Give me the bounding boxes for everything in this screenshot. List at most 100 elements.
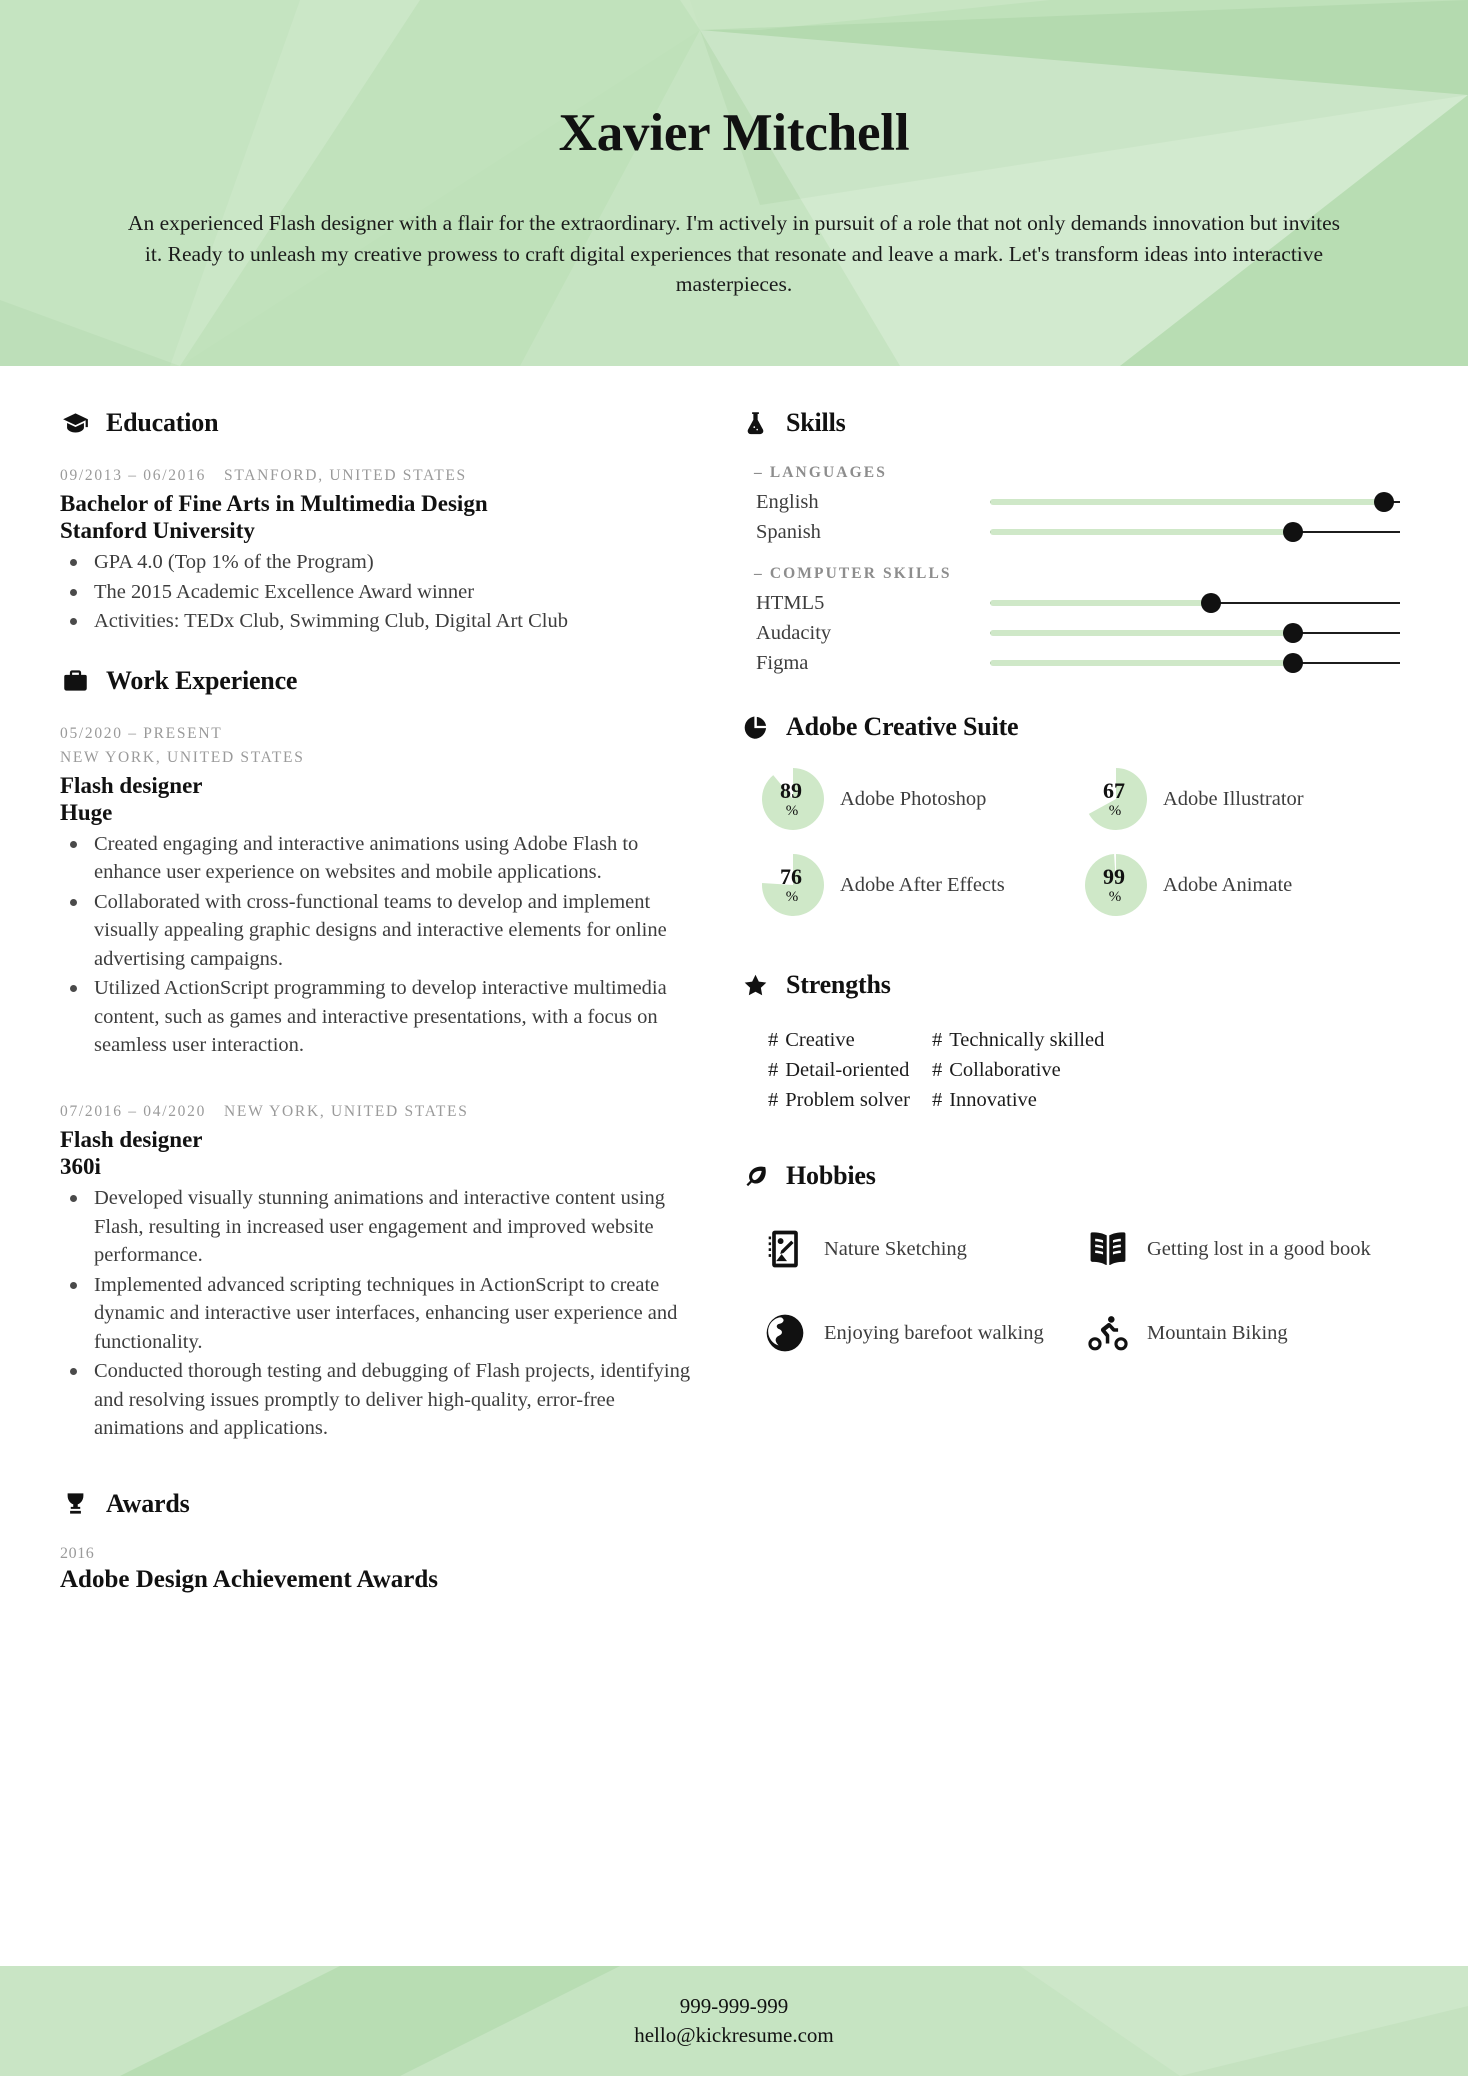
strength-label: Detail-oriented <box>785 1059 910 1082</box>
strength-tag: # Collaborative <box>932 1056 1104 1085</box>
adobe-title: Adobe Creative Suite <box>786 712 1019 741</box>
open-book-icon <box>1085 1226 1131 1272</box>
adobe-item-label: Adobe Animate <box>1163 873 1293 896</box>
education-school: Stanford University <box>60 518 255 544</box>
hobbies-header: Hobbies <box>740 1161 1408 1191</box>
list-item: Created engaging and interactive animati… <box>60 830 700 887</box>
star-icon <box>740 970 770 1000</box>
hobby-item: Enjoying barefoot walking <box>762 1301 1085 1365</box>
list-item: Collaborated with cross-functional teams… <box>60 888 700 973</box>
education-entry: 09/2013 – 06/2016 STANFORD, UNITED STATES… <box>60 464 700 636</box>
work-meta: 05/2020 – PRESENT NEW YORK, UNITED STATE… <box>60 722 700 770</box>
skill-row: Spanish <box>740 517 1408 547</box>
briefcase-icon <box>60 666 90 696</box>
slider-knob[interactable] <box>1283 653 1304 673</box>
contact-phone[interactable]: 999-999-999 <box>680 1993 789 2020</box>
pie-unit: % <box>1108 802 1122 819</box>
skill-row: English <box>740 487 1408 517</box>
hobby-label: Nature Sketching <box>824 1238 967 1261</box>
skill-slider[interactable] <box>990 623 1400 643</box>
strengths-title: Strengths <box>786 970 891 999</box>
work-bullets: Developed visually stunning animations a… <box>60 1184 700 1442</box>
slider-fill <box>990 499 1384 505</box>
education-dates: 09/2013 – 06/2016 <box>60 467 207 484</box>
list-item: Activities: TEDx Club, Swimming Club, Di… <box>60 607 700 635</box>
list-item: Conducted thorough testing and debugging… <box>60 1357 700 1442</box>
skill-group-label: – LANGUAGES <box>754 464 887 481</box>
skill-slider[interactable] <box>990 522 1400 542</box>
work-location: NEW YORK, UNITED STATES <box>224 1102 469 1120</box>
education-meta: 09/2013 – 06/2016 STANFORD, UNITED STATES <box>60 464 700 488</box>
hash-symbol: # <box>931 1089 943 1112</box>
section-education: Education 09/2013 – 06/2016 STANFORD, UNI… <box>60 408 700 636</box>
education-bullets: GPA 4.0 (Top 1% of the Program) The 2015… <box>60 548 700 635</box>
adobe-item-label: Adobe After Effects <box>840 873 1005 896</box>
pie-chart: 89 % <box>762 768 824 830</box>
award-entry: 2016 Adobe Design Achievement Awards <box>60 1545 700 1594</box>
strength-label: Creative <box>785 1029 855 1051</box>
pie-value-stack: 89 % <box>762 768 824 830</box>
slider-knob[interactable] <box>1283 623 1304 643</box>
skill-slider[interactable] <box>990 653 1400 673</box>
list-item: Implemented advanced scripting technique… <box>60 1271 700 1356</box>
strengths-grid: # Creative # Technically skilled # Detail-o… <box>740 1026 1408 1115</box>
list-item: GPA 4.0 (Top 1% of the Program) <box>60 548 700 576</box>
work-dates: 05/2020 – PRESENT <box>60 724 223 742</box>
adobe-item: 67 % Adobe Illustrator <box>1085 768 1408 830</box>
section-awards: Awards 2016 Adobe Design Achievement Awa… <box>60 1489 700 1594</box>
slider-knob[interactable] <box>1201 593 1222 613</box>
skill-slider[interactable] <box>990 593 1400 613</box>
graduation-cap-icon <box>60 408 90 438</box>
education-degree: Bachelor of Fine Arts in Multimedia Desi… <box>60 491 488 517</box>
adobe-header: Adobe Creative Suite <box>740 712 1408 742</box>
leaf-icon <box>740 1161 770 1191</box>
award-year: 2016 <box>60 1544 95 1562</box>
section-adobe-creative-suite: Adobe Creative Suite 89 % Adobe Photosho… <box>740 712 1408 940</box>
left-column: Education 09/2013 – 06/2016 STANFORD, UNI… <box>0 366 700 1624</box>
adobe-pie-grid: 89 % Adobe Photoshop 67 % Adobe Illustra… <box>740 768 1408 940</box>
hobby-label: Mountain Biking <box>1147 1322 1288 1345</box>
slider-fill <box>990 630 1294 636</box>
cyclist-icon <box>1085 1310 1131 1356</box>
slider-knob[interactable] <box>1283 522 1304 542</box>
skill-group-languages: – LANGUAGES English Spanish <box>740 464 1408 547</box>
hobby-item: Getting lost in a good book <box>1085 1217 1408 1281</box>
hobbies-title: Hobbies <box>786 1161 876 1191</box>
work-entry: 07/2016 – 04/2020 NEW YORK, UNITED STATES… <box>60 1100 700 1443</box>
work-dates: 07/2016 – 04/2020 <box>60 1102 207 1120</box>
pie-value: 99 <box>1103 863 1125 889</box>
contact-email[interactable]: hello@kickresume.com <box>634 2022 834 2049</box>
work-location: NEW YORK, UNITED STATES <box>60 748 305 766</box>
hobby-label: Getting lost in a good book <box>1147 1238 1371 1261</box>
pie-unit: % <box>1108 888 1122 905</box>
list-item: Utilized ActionScript programming to dev… <box>60 974 700 1059</box>
skill-row: Figma <box>740 648 1408 678</box>
strength-label: Problem solver <box>785 1089 910 1112</box>
sketchbook-icon <box>762 1226 808 1272</box>
pie-unit: % <box>785 802 799 819</box>
pie-value-stack: 76 % <box>762 854 824 916</box>
skill-name: HTML5 <box>756 591 825 614</box>
work-position: Flash designer <box>60 1126 203 1152</box>
strengths-header: Strengths <box>740 970 1408 1000</box>
skills-header: Skills <box>740 408 1408 438</box>
pie-value-stack: 67 % <box>1085 768 1147 830</box>
resume-body: Education 09/2013 – 06/2016 STANFORD, UNI… <box>0 366 1468 1624</box>
skill-name: English <box>756 490 819 513</box>
slider-knob[interactable] <box>1373 492 1394 512</box>
work-entry: 05/2020 – PRESENT NEW YORK, UNITED STATE… <box>60 722 700 1060</box>
awards-title: Awards <box>106 1488 190 1518</box>
section-hobbies: Hobbies Nature Sketching Getting lost in… <box>740 1161 1408 1385</box>
work-bullets: Created engaging and interactive animati… <box>60 830 700 1060</box>
hobby-label: Enjoying barefoot walking <box>824 1322 1044 1345</box>
skill-slider[interactable] <box>990 492 1400 512</box>
strength-label: Innovative <box>949 1089 1037 1112</box>
adobe-item: 76 % Adobe After Effects <box>762 854 1085 916</box>
pie-chart: 76 % <box>762 854 824 916</box>
pie-value: 67 <box>1103 777 1125 803</box>
work-company: Huge <box>60 799 113 825</box>
flask-icon <box>740 408 770 438</box>
skill-name: Figma <box>756 651 809 674</box>
pie-value: 89 <box>780 777 802 803</box>
pie-unit: % <box>785 888 799 905</box>
